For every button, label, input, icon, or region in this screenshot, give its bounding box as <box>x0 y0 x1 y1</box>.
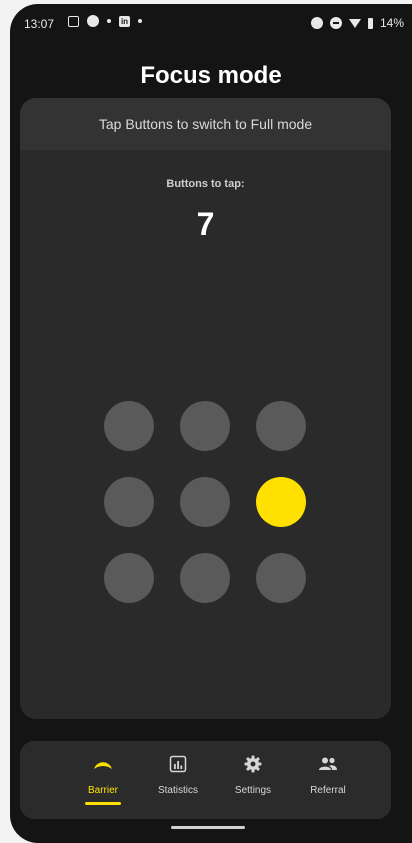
statistics-icon <box>169 755 187 773</box>
nav-statistics[interactable]: Statistics <box>143 751 213 796</box>
dot-icon <box>107 19 111 23</box>
nav-barrier[interactable]: Barrier <box>68 751 138 805</box>
nav-barrier-label: Barrier <box>87 785 118 796</box>
tap-button-6-active[interactable] <box>256 477 306 527</box>
settings-icon <box>244 755 262 773</box>
wifi-icon <box>348 18 361 28</box>
tap-button-8[interactable] <box>180 553 230 603</box>
bottom-navigation: Barrier Statistics Settings Referral <box>20 741 391 819</box>
nav-statistics-label: Statistics <box>157 785 198 796</box>
tap-button-4[interactable] <box>104 477 154 527</box>
nav-referral[interactable]: Referral <box>293 751 363 796</box>
system-icons: 14% <box>310 16 404 30</box>
data-saver-icon <box>310 17 323 29</box>
active-tab-indicator <box>85 802 121 805</box>
more-notifications-icon <box>138 19 142 23</box>
barrier-icon <box>94 762 112 769</box>
status-time: 13:07 <box>24 17 55 31</box>
nav-settings[interactable]: Settings <box>218 751 288 796</box>
page-title: Focus mode <box>140 62 282 89</box>
focus-card: Tap Buttons to switch to Full mode Butto… <box>20 98 391 719</box>
tap-button-1[interactable] <box>104 401 154 451</box>
nav-referral-label: Referral <box>310 785 346 796</box>
tap-button-5[interactable] <box>180 477 230 527</box>
do-not-disturb-icon <box>329 17 342 29</box>
home-indicator[interactable] <box>171 826 245 829</box>
referral-icon <box>319 757 337 770</box>
nav-settings-label: Settings <box>234 785 272 796</box>
battery-percent: 14% <box>379 16 404 30</box>
linkedin-icon: in <box>119 15 130 27</box>
status-bar: 13:07 in 14% <box>10 4 412 44</box>
instruction-banner: Tap Buttons to switch to Full mode <box>20 98 391 150</box>
buttons-to-tap-count: 7 <box>196 206 215 242</box>
calendar-icon <box>68 15 79 27</box>
tap-button-2[interactable] <box>180 401 230 451</box>
tap-button-9[interactable] <box>256 553 306 603</box>
tap-button-grid <box>104 401 306 603</box>
notification-icons: in <box>68 15 142 27</box>
sync-icon <box>87 15 99 27</box>
battery-icon <box>367 17 373 29</box>
tap-button-7[interactable] <box>104 553 154 603</box>
buttons-to-tap-label: Buttons to tap: <box>166 178 245 190</box>
tap-button-3[interactable] <box>256 401 306 451</box>
